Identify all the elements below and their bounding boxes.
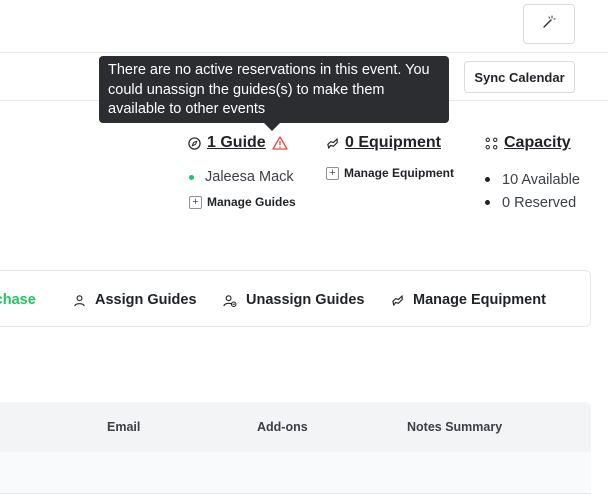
plus-icon: +: [189, 195, 202, 209]
equipment-title: 0 Equipment: [345, 134, 442, 151]
capacity-title: Capacity: [504, 134, 571, 151]
assign-guides-label: Assign Guides: [95, 292, 197, 308]
compass-icon: [188, 136, 201, 150]
equipment-icon: [326, 137, 339, 150]
column-header-addons[interactable]: Add-ons: [257, 420, 308, 434]
manage-equipment-action-button[interactable]: Manage Equipment: [391, 292, 546, 308]
warning-triangle-icon[interactable]: [272, 136, 288, 150]
user-icon: [73, 294, 86, 307]
assign-guides-button[interactable]: Assign Guides: [73, 292, 197, 308]
manage-guides-label: Manage Guides: [207, 195, 296, 209]
user-remove-icon: [223, 294, 237, 307]
status-dot: [189, 174, 194, 180]
top-bar: [0, 0, 608, 53]
guides-title: 1 Guide: [207, 134, 266, 151]
capacity-reserved: 0 Reserved: [502, 194, 577, 211]
action-bar: rchase Assign Guides Unassign Guides: [0, 270, 591, 327]
purchase-action-button[interactable]: rchase: [0, 292, 36, 308]
magic-wand-icon: [542, 15, 556, 34]
table-header: Email Add-ons Notes Summary: [0, 402, 591, 452]
magic-wand-button[interactable]: [523, 4, 575, 44]
equipment-title-link[interactable]: 0 Equipment: [326, 134, 441, 152]
guide-name: Jaleesa Mack: [205, 169, 294, 185]
manage-guides-button[interactable]: + Manage Guides: [189, 195, 296, 209]
plus-icon: +: [326, 166, 339, 180]
capacity-list: 10 Available 0 Reserved: [485, 168, 580, 214]
sync-calendar-button[interactable]: Sync Calendar: [464, 61, 575, 93]
list-item: 10 Available: [485, 168, 580, 191]
list-item: 0 Reserved: [485, 191, 580, 214]
manage-equipment-button[interactable]: + Manage Equipment: [326, 166, 454, 180]
column-header-notes-summary[interactable]: Notes Summary: [407, 420, 502, 434]
manage-equipment-label: Manage Equipment: [344, 166, 455, 180]
guides-title-link[interactable]: 1 Guide: [188, 134, 288, 152]
manage-equipment-action-label: Manage Equipment: [413, 292, 546, 308]
table-row: [0, 452, 591, 494]
column-header-email[interactable]: Email: [107, 420, 140, 434]
tooltip-arrow: [264, 123, 280, 131]
equipment-icon: [391, 294, 404, 307]
tooltip: There are no active reservations in this…: [99, 56, 449, 123]
capacity-title-link[interactable]: Capacity: [485, 134, 571, 152]
purchase-action-label: rchase: [0, 292, 36, 308]
unassign-guides-button[interactable]: Unassign Guides: [223, 292, 364, 308]
capacity-icon: [485, 137, 498, 150]
guide-list-item: Jaleesa Mack: [189, 169, 294, 185]
unassign-guides-label: Unassign Guides: [246, 292, 365, 308]
capacity-available: 10 Available: [502, 171, 580, 188]
